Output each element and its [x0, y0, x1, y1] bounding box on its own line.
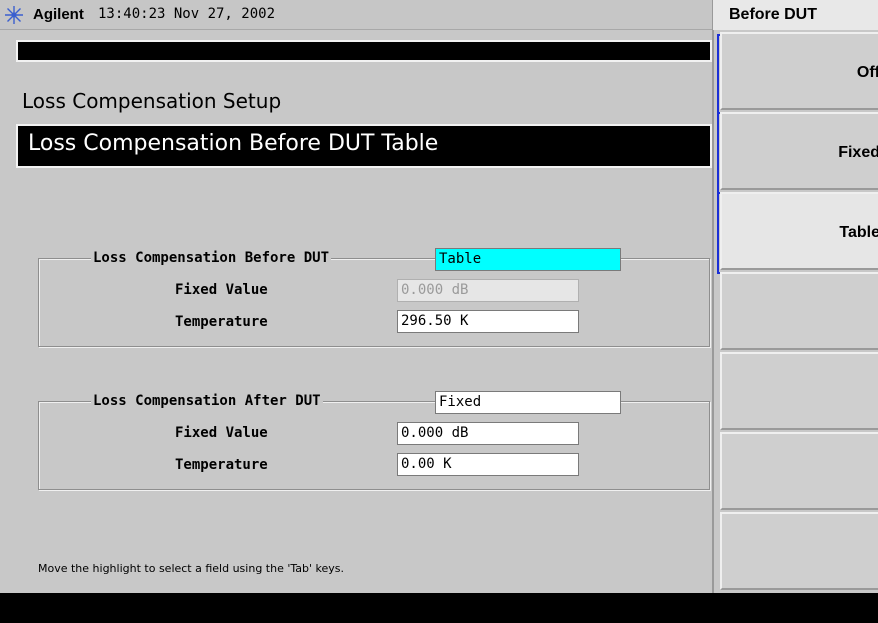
softkey-table-label: Table	[839, 224, 878, 241]
hint-text: Move the highlight to select a field usi…	[38, 562, 344, 575]
after-fixed-value-label: Fixed Value	[175, 425, 268, 441]
softkey-off[interactable]: Off	[720, 32, 878, 110]
status-bar: Agilent 13:40:23 Nov 27, 2002 Before DUT	[0, 0, 878, 30]
before-fixed-value-field[interactable]: 0.000 dB	[397, 279, 579, 302]
softkey-fixed-label: Fixed	[838, 144, 878, 161]
before-dut-group: Loss Compensation Before DUT Table Fixed…	[38, 248, 710, 347]
timestamp: 13:40:23 Nov 27, 2002	[98, 6, 276, 22]
message-bar	[16, 40, 712, 62]
after-fixed-value-field[interactable]: 0.000 dB	[397, 422, 579, 445]
after-temperature-field[interactable]: 0.00 K	[397, 453, 579, 476]
main-panel: Loss Compensation Setup Loss Compensatio…	[0, 30, 716, 592]
before-fixed-value-label: Fixed Value	[175, 282, 268, 298]
after-dut-group: Loss Compensation After DUT Fixed Fixed …	[38, 391, 710, 490]
softkey-panel: Off Fixed Table	[712, 30, 878, 593]
before-dut-group-label: Loss Compensation Before DUT	[91, 250, 332, 266]
softkey-4[interactable]	[720, 272, 878, 350]
softkey-7[interactable]	[720, 512, 878, 590]
softkey-off-label: Off	[856, 64, 878, 81]
table-title-bar: Loss Compensation Before DUT Table	[16, 124, 712, 168]
softkey-table[interactable]: Table	[720, 192, 878, 270]
brand-label: Agilent	[33, 6, 84, 23]
softkey-menu-title: Before DUT	[712, 0, 878, 30]
bottom-status-bar	[0, 593, 878, 623]
softkey-5[interactable]	[720, 352, 878, 430]
softkey-fixed[interactable]: Fixed	[720, 112, 878, 190]
before-dut-mode-field[interactable]: Table	[435, 248, 621, 271]
after-dut-group-label: Loss Compensation After DUT	[91, 393, 323, 409]
before-temperature-field[interactable]: 296.50 K	[397, 310, 579, 333]
page-title: Loss Compensation Setup	[22, 89, 282, 113]
agilent-spark-icon	[5, 6, 23, 24]
softkey-6[interactable]	[720, 432, 878, 510]
before-temperature-label: Temperature	[175, 314, 268, 330]
after-dut-mode-field[interactable]: Fixed	[435, 391, 621, 414]
after-temperature-label: Temperature	[175, 457, 268, 473]
